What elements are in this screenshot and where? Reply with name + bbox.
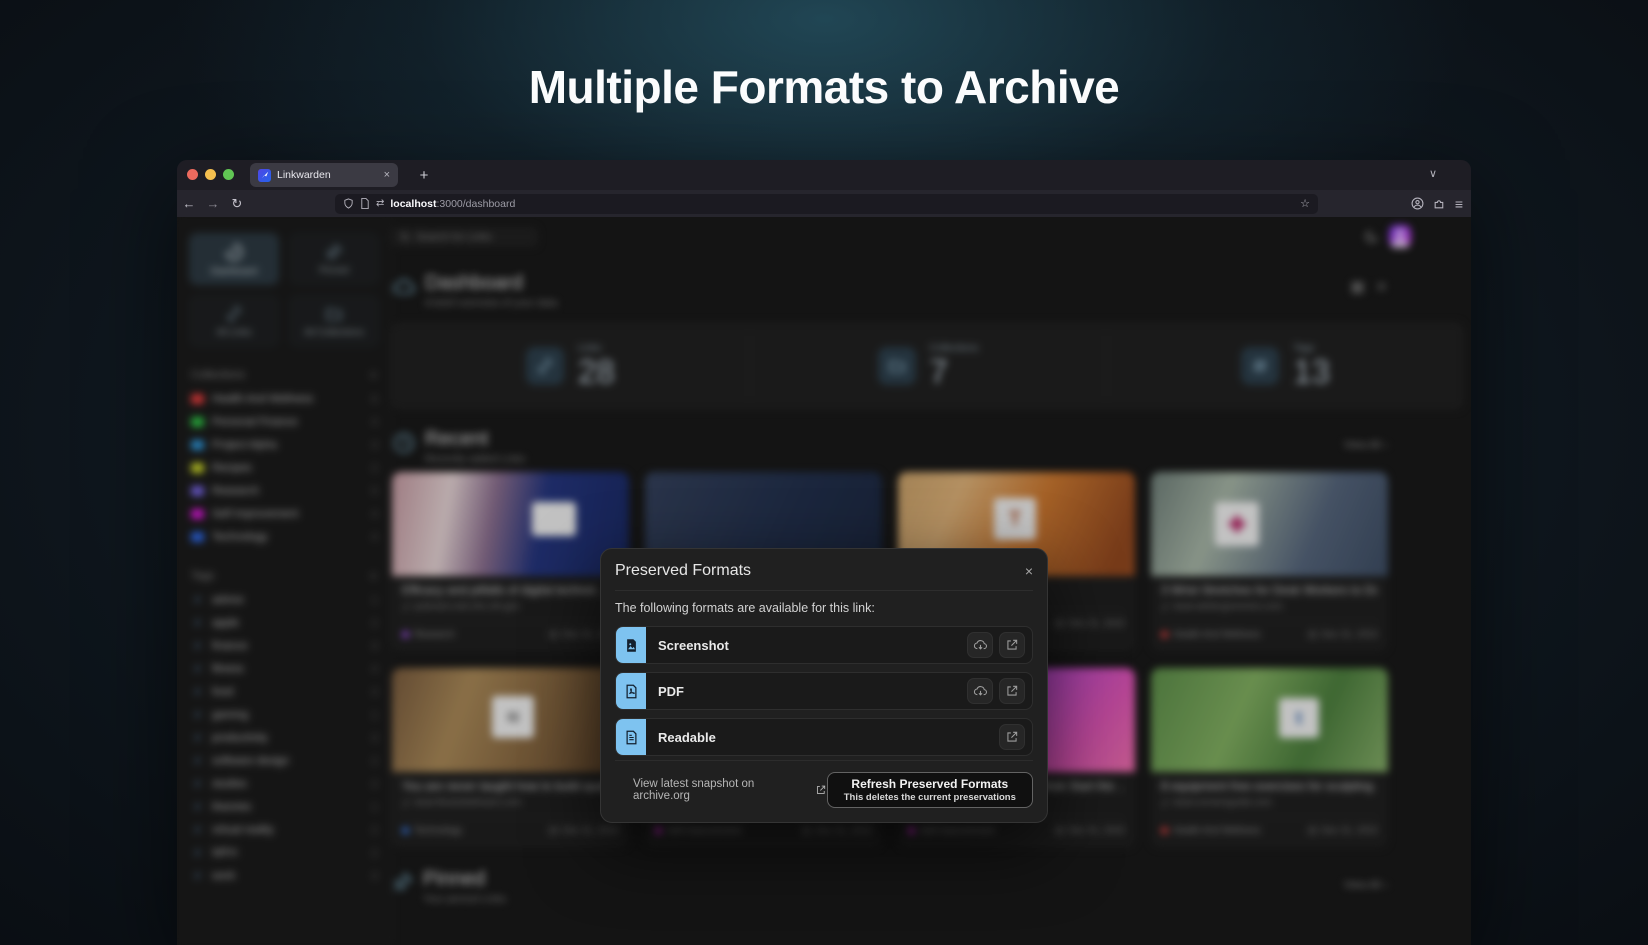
reload-button[interactable]: ↻ (225, 196, 249, 212)
https-switch-icon[interactable]: ⇄ (376, 198, 384, 209)
refresh-button-title: Refresh Preserved Formats (836, 777, 1024, 791)
new-tab-button[interactable]: + (413, 165, 435, 187)
open-external-button[interactable] (999, 632, 1025, 658)
format-row-screenshot: Screenshot (615, 626, 1033, 664)
stage: Multiple Formats to Archive Linkwarden ×… (0, 0, 1648, 945)
tab-title: Linkwarden (277, 169, 378, 181)
external-link-icon (815, 784, 827, 796)
traffic-lights[interactable] (187, 169, 234, 180)
url-text[interactable]: localhost:3000/dashboard (390, 198, 515, 210)
download-cloud-button[interactable] (967, 678, 993, 704)
browser-toolbar: ← → ↻ ⇄ localhost:3000/dashboard ☆ ≡ (177, 190, 1471, 217)
image-file-icon (616, 627, 646, 663)
browser-window: Linkwarden × + ∨ ← → ↻ ⇄ localhost:3000/… (177, 160, 1471, 945)
modal-description: The following formats are available for … (615, 601, 1033, 615)
archive-link-label: View latest snapshot on archive.org (633, 778, 809, 802)
divider (615, 590, 1033, 591)
format-row-pdf: PDF (615, 672, 1033, 710)
preserved-formats-modal: Preserved Formats × The following format… (600, 548, 1048, 823)
open-external-button[interactable] (999, 678, 1025, 704)
pdf-file-icon (616, 673, 646, 709)
format-label: Readable (658, 730, 999, 745)
refresh-preserved-formats-button[interactable]: Refresh Preserved Formats This deletes t… (827, 772, 1033, 808)
format-label: PDF (658, 684, 967, 699)
extensions-puzzle-icon[interactable] (1433, 197, 1446, 210)
forward-button[interactable]: → (201, 196, 225, 211)
toolbar-right-icons: ≡ (1411, 190, 1463, 217)
tab-list-chevron-icon[interactable]: ∨ (1429, 167, 1437, 180)
app-content: Dashboard Pinned All Links All Coll (177, 217, 1471, 945)
download-cloud-button[interactable] (967, 632, 993, 658)
menu-hamburger-icon[interactable]: ≡ (1455, 196, 1463, 212)
browser-tabbar: Linkwarden × + ∨ (177, 160, 1471, 190)
tab-close-icon[interactable]: × (384, 169, 390, 181)
archive-org-link[interactable]: View latest snapshot on archive.org (615, 778, 827, 802)
close-window-button[interactable] (187, 169, 198, 180)
bookmark-star-icon[interactable]: ☆ (1300, 197, 1310, 210)
account-icon[interactable] (1411, 197, 1424, 210)
back-button[interactable]: ← (177, 196, 201, 211)
url-bar[interactable]: ⇄ localhost:3000/dashboard ☆ (335, 194, 1318, 214)
maximize-window-button[interactable] (223, 169, 234, 180)
modal-title: Preserved Formats (615, 562, 751, 580)
url-path: :3000/dashboard (436, 198, 515, 210)
refresh-button-subtitle: This deletes the current preservations (836, 792, 1024, 803)
url-host: localhost (390, 198, 436, 210)
linkwarden-favicon-icon (258, 169, 271, 182)
open-external-button[interactable] (999, 724, 1025, 750)
format-label: Screenshot (658, 638, 967, 653)
format-row-readable: Readable (615, 718, 1033, 756)
shield-icon[interactable] (343, 198, 354, 209)
browser-tab[interactable]: Linkwarden × (250, 163, 398, 187)
page-title: Multiple Formats to Archive (0, 60, 1648, 114)
readable-file-icon (616, 719, 646, 755)
close-icon[interactable]: × (1025, 564, 1033, 578)
page-info-icon[interactable] (360, 198, 370, 209)
minimize-window-button[interactable] (205, 169, 216, 180)
